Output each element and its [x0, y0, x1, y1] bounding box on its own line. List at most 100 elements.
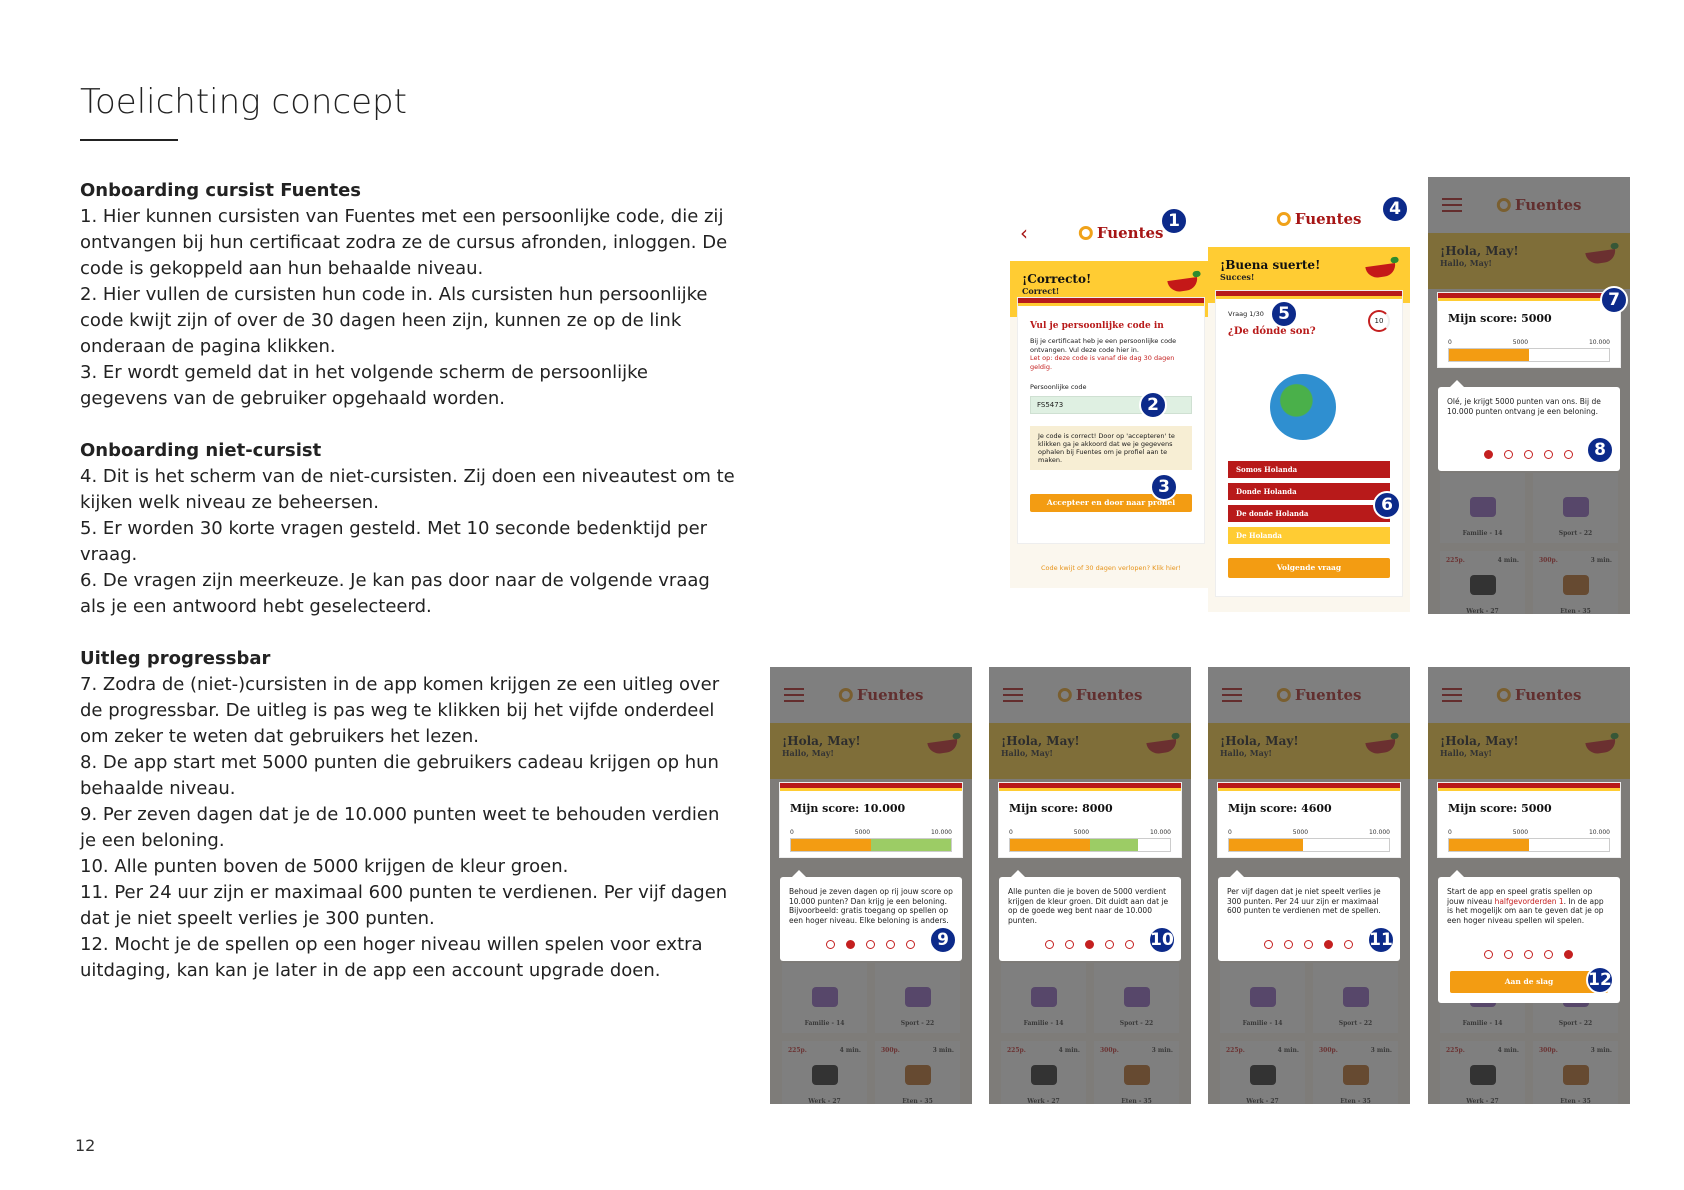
tip-page-dot[interactable] — [1564, 450, 1573, 459]
tick-label: 0 — [1448, 829, 1452, 836]
tip-text: Per vijf dagen dat je niet speelt verlie… — [1227, 887, 1381, 915]
score-label: Mijn score: 5000 — [1448, 802, 1552, 815]
screen-progress-tip: Fuentes ¡Hola, May! Hallo, May! Familie … — [1208, 667, 1410, 1104]
tip-page-dot[interactable] — [1324, 940, 1333, 949]
tip-page-dot[interactable] — [1344, 940, 1353, 949]
progress-fill-green — [1090, 839, 1138, 851]
answer-option[interactable]: Donde Holanda — [1228, 483, 1390, 500]
tick-label: 0 — [1228, 829, 1232, 836]
tip-pagination — [826, 940, 915, 949]
card-text: Bij je certificaat heb je een persoonlij… — [1030, 337, 1177, 354]
progress-fill-orange — [791, 839, 871, 851]
tick-label: 10.000 — [930, 829, 952, 836]
section-heading: Onboarding niet-cursist — [80, 440, 322, 461]
score-label: Mijn score: 10.000 — [790, 802, 906, 815]
progress-track — [1448, 348, 1610, 362]
tick-label: 10.000 — [1588, 829, 1610, 836]
tip-page-dot[interactable] — [1105, 940, 1114, 949]
tip-pagination — [1484, 450, 1573, 459]
progress-bar: 0 5000 10.000 — [1448, 829, 1610, 852]
tip-page-dot[interactable] — [1544, 450, 1553, 459]
notice-box: Je code is correct! Door op 'accepteren'… — [1030, 426, 1192, 470]
next-question-button[interactable]: Volgende vraag — [1228, 558, 1390, 578]
paragraph: 6. De vragen zijn meerkeuze. Je kan pas … — [80, 570, 710, 617]
tip-text: Start de app en speel gratis spellen op … — [1447, 887, 1604, 925]
tip-page-dot[interactable] — [1065, 940, 1074, 949]
answer-option[interactable]: Somos Holanda — [1228, 461, 1390, 478]
screen-progress-tip: Fuentes ¡Hola, May! Hallo, May! Familie … — [1428, 667, 1630, 1104]
logo-ring-icon — [1078, 226, 1093, 240]
progress-track — [1009, 838, 1171, 852]
answer-option[interactable]: De donde Holanda — [1228, 505, 1390, 522]
progress-fill-orange — [1229, 839, 1303, 851]
tip-page-dot[interactable] — [886, 940, 895, 949]
tip-text: Alle punten die je boven de 5000 verdien… — [1008, 887, 1169, 925]
progress-fill-green — [871, 839, 951, 851]
tip-page-dot[interactable] — [1045, 940, 1054, 949]
step-badge: 9 — [929, 926, 957, 954]
tick-label: 0 — [1009, 829, 1013, 836]
tip-page-dot[interactable] — [826, 940, 835, 949]
page-number: 12 — [75, 1136, 96, 1155]
step-badge: 3 — [1150, 473, 1178, 501]
tip-page-dot[interactable] — [906, 940, 915, 949]
timer-icon: 10 — [1368, 310, 1390, 332]
tip-level-highlight: halfgevorderden 1 — [1494, 896, 1564, 906]
score-card: Mijn score: 5000 0 5000 10.000 — [1438, 293, 1620, 367]
section-heading: Uitleg progressbar — [80, 648, 271, 669]
score-card: Mijn score: 10.000 0 5000 10.000 — [780, 783, 962, 857]
step-badge: 5 — [1270, 300, 1298, 328]
tip-page-dot[interactable] — [1504, 450, 1513, 459]
step-badge: 2 — [1139, 391, 1167, 419]
tip-page-dot[interactable] — [1284, 940, 1293, 949]
code-field-value: FS5473 — [1037, 401, 1064, 409]
tip-page-dot[interactable] — [1564, 950, 1573, 959]
question-counter: Vraag 1/30 — [1228, 310, 1264, 318]
start-button[interactable]: Aan de slag — [1450, 971, 1608, 993]
card-warning: Let op: deze code is vanaf die dag 30 da… — [1030, 354, 1175, 371]
title-rule — [80, 139, 178, 141]
tip-page-dot[interactable] — [1125, 940, 1134, 949]
paragraph: 1. Hier kunnen cursisten van Fuentes met… — [80, 206, 728, 279]
section-uitleg-progressbar: Uitleg progressbar 7. Zodra de (niet-)cu… — [80, 646, 740, 984]
tip-pagination — [1264, 940, 1353, 949]
progress-track — [1448, 838, 1610, 852]
tip-page-dot[interactable] — [1304, 940, 1313, 949]
score-label: Mijn score: 8000 — [1009, 802, 1113, 815]
question-card: Vraag 1/30 10 ¿De dónde son? Somos Holan… — [1216, 291, 1402, 596]
tip-page-dot[interactable] — [846, 940, 855, 949]
globe-icon — [1270, 374, 1336, 440]
tip-page-dot[interactable] — [1544, 950, 1553, 959]
section-heading: Onboarding cursist Fuentes — [80, 180, 362, 201]
screen-level-test: Fuentes ¡Buena suerte! Succes! Vraag 1/3… — [1208, 191, 1410, 612]
paragraph: 3. Er wordt gemeld dat in het volgende s… — [80, 362, 648, 409]
code-field[interactable]: FS5473 — [1030, 396, 1192, 414]
tip-page-dot[interactable] — [1484, 950, 1493, 959]
step-badge: 7 — [1600, 286, 1628, 314]
answer-option[interactable]: De Holanda — [1228, 527, 1390, 544]
section-onboarding-niet-cursist: Onboarding niet-cursist 4. Dit is het sc… — [80, 438, 740, 620]
step-badge: 11 — [1367, 926, 1395, 954]
paragraph: 9. Per zeven dagen dat je de 10.000 punt… — [80, 804, 720, 851]
tick-label: 10.000 — [1368, 829, 1390, 836]
tip-page-dot[interactable] — [1504, 950, 1513, 959]
screen-progress-tip: Fuentes ¡Hola, May! Hallo, May! Familie … — [1428, 177, 1630, 614]
tip-page-dot[interactable] — [1484, 450, 1493, 459]
tip-page-dot[interactable] — [1524, 450, 1533, 459]
tip-page-dot[interactable] — [1085, 940, 1094, 949]
lost-code-link[interactable]: Code kwijt of 30 dagen verlopen? Klik hi… — [1010, 564, 1212, 572]
fuentes-logo: Fuentes — [1078, 224, 1163, 242]
tip-page-dot[interactable] — [1524, 950, 1533, 959]
logo-ring-icon — [1276, 212, 1291, 226]
score-card: Mijn score: 4600 0 5000 10.000 — [1218, 783, 1400, 857]
tip-page-dot[interactable] — [1264, 940, 1273, 949]
back-arrow-icon[interactable]: ‹ — [1020, 221, 1028, 245]
question-text: ¿De dónde son? — [1228, 326, 1316, 337]
card-title: Vul je persoonlijke code in — [1030, 321, 1164, 331]
progress-bar: 0 5000 10.000 — [1009, 829, 1171, 852]
step-badge: 4 — [1381, 195, 1409, 223]
tip-page-dot[interactable] — [866, 940, 875, 949]
score-card: Mijn score: 8000 0 5000 10.000 — [999, 783, 1181, 857]
progress-ticks: 0 5000 10.000 — [1448, 339, 1610, 346]
score-label: Mijn score: 4600 — [1228, 802, 1332, 815]
